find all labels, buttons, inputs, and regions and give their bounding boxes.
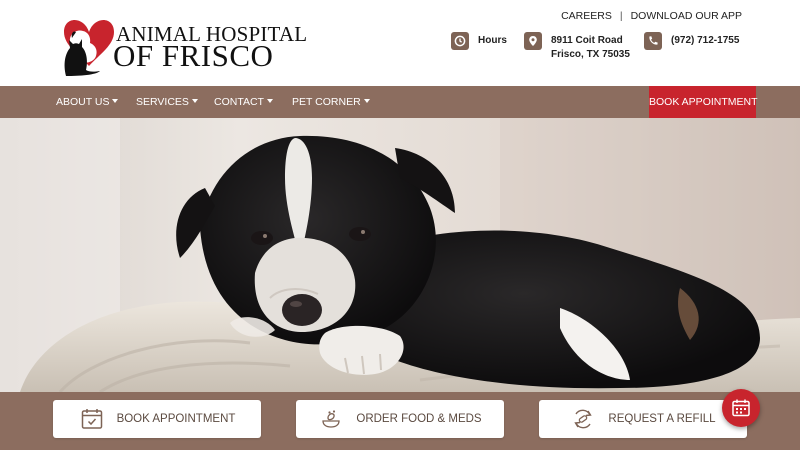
utility-links: CAREERS | DOWNLOAD OUR APP xyxy=(561,10,742,22)
address-line1: 8911 Coit Road xyxy=(551,35,623,46)
pet-food-icon xyxy=(318,406,344,432)
request-refill-button[interactable]: REQUEST A REFILL xyxy=(539,400,747,438)
nav-item-pet-corner[interactable]: PET CORNER xyxy=(292,86,370,118)
quick-action-label: ORDER FOOD & MEDS xyxy=(356,413,482,425)
phone-number: (972) 712-1755 xyxy=(671,35,740,46)
site-header: ANIMAL HOSPITAL OF FRISCO CAREERS | DOWN… xyxy=(0,0,800,86)
quick-action-label: REQUEST A REFILL xyxy=(608,413,716,425)
quick-book-appointment-button[interactable]: BOOK APPOINTMENT xyxy=(53,400,261,438)
caret-down-icon xyxy=(266,99,273,103)
quick-action-label: BOOK APPOINTMENT xyxy=(116,413,236,425)
address-link[interactable]: 8911 Coit Road Frisco, TX 75035 xyxy=(524,32,630,62)
caret-down-icon xyxy=(363,99,370,103)
nav-item-about-us[interactable]: ABOUT US xyxy=(56,86,119,118)
address-text: 8911 Coit Road Frisco, TX 75035 xyxy=(551,32,630,62)
nav-item-contact[interactable]: CONTACT xyxy=(214,86,273,118)
refill-pill-icon xyxy=(570,406,596,432)
nav-label: ABOUT US xyxy=(56,96,110,108)
download-app-link[interactable]: DOWNLOAD OUR APP xyxy=(631,10,742,22)
floating-calendar-button[interactable] xyxy=(722,389,760,427)
phone-icon xyxy=(644,32,662,50)
hours-label: Hours xyxy=(478,35,507,46)
link-separator: | xyxy=(619,10,623,22)
heart-dog-cat-logo-icon xyxy=(64,20,114,76)
nav-label: SERVICES xyxy=(136,96,189,108)
nav-label: CONTACT xyxy=(214,96,264,108)
nav-label: PET CORNER xyxy=(292,96,361,108)
clock-icon xyxy=(451,32,469,50)
address-line2: Frisco, TX 75035 xyxy=(551,49,630,60)
map-pin-icon xyxy=(524,32,542,50)
puppy-photo-illustration xyxy=(0,118,800,392)
caret-down-icon xyxy=(191,99,198,103)
site-logo[interactable]: ANIMAL HOSPITAL OF FRISCO xyxy=(60,12,307,78)
book-appointment-button[interactable]: BOOK APPOINTMENT xyxy=(649,86,758,119)
caret-down-icon xyxy=(112,99,119,103)
nav-item-services[interactable]: SERVICES xyxy=(136,86,198,118)
hero-image-puppy xyxy=(0,118,800,392)
hours-link[interactable]: Hours xyxy=(451,32,507,50)
phone-link[interactable]: (972) 712-1755 xyxy=(644,32,739,50)
order-food-meds-button[interactable]: ORDER FOOD & MEDS xyxy=(296,400,504,438)
calendar-icon xyxy=(731,398,751,418)
calendar-check-icon xyxy=(79,406,105,432)
logo-title-line2: OF FRISCO xyxy=(113,38,274,73)
careers-link[interactable]: CAREERS xyxy=(561,10,612,22)
